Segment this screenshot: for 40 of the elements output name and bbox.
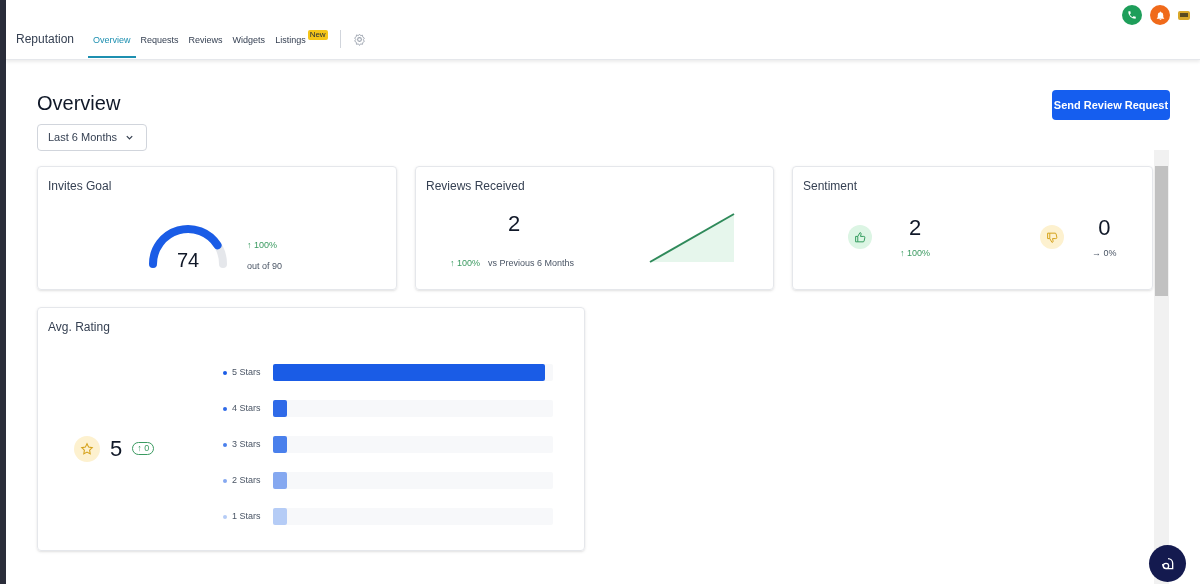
rating-label: 3 Stars [232,437,262,451]
rating-label: 2 Stars [232,473,262,487]
phone-button[interactable] [1122,5,1142,25]
message-icon[interactable] [1178,10,1190,20]
nav-tab[interactable]: Reviews [183,26,228,58]
sentiment-count: 0 [1098,215,1111,241]
settings-icon[interactable] [352,32,366,46]
phone-icon [1127,10,1137,20]
nav-tab[interactable]: Overview [88,26,136,58]
card-title: Avg. Rating [48,319,111,336]
rating-value: 5 [110,435,123,463]
change-text: ↑ 100% [450,257,481,270]
change-text: → 0% [1092,247,1117,260]
notification-button[interactable] [1150,5,1170,25]
nav-tab[interactable]: Requests [135,26,184,58]
chevron-down-icon [125,133,135,142]
rating-label: 1 Stars [232,509,262,523]
sentiment-count: 2 [908,215,922,241]
period-dropdown[interactable]: Last 6 Months [37,124,147,151]
change-text: ↑ 100% [900,247,931,260]
review-count: 2 [508,210,521,238]
thumbs-down-icon [1040,225,1065,249]
rating-label: 4 Stars [232,401,262,415]
new-badge: New [307,30,328,40]
nav-tab[interactable]: Widgets [227,26,271,58]
scrollbar-thumb[interactable] [1155,166,1168,296]
app-title: Reputation [16,30,75,48]
rating-label: 5 Stars [232,365,262,379]
card-title: Invites Goal [48,178,113,195]
bell-icon [1154,9,1166,21]
send-review-request-button[interactable]: Send Review Request [1052,90,1170,120]
card-title: Sentiment [803,178,859,195]
comparison-text: vs Previous 6 Months [488,257,575,270]
target-text: out of 90 [247,259,283,273]
gauge-value: 74 [175,248,201,273]
change-text: ↑ 100% [247,239,279,252]
card-title: Reviews Received [426,178,526,195]
page-title: Overview [37,91,122,116]
chat-button[interactable] [1149,545,1186,582]
thumbs-up-icon [848,225,872,249]
